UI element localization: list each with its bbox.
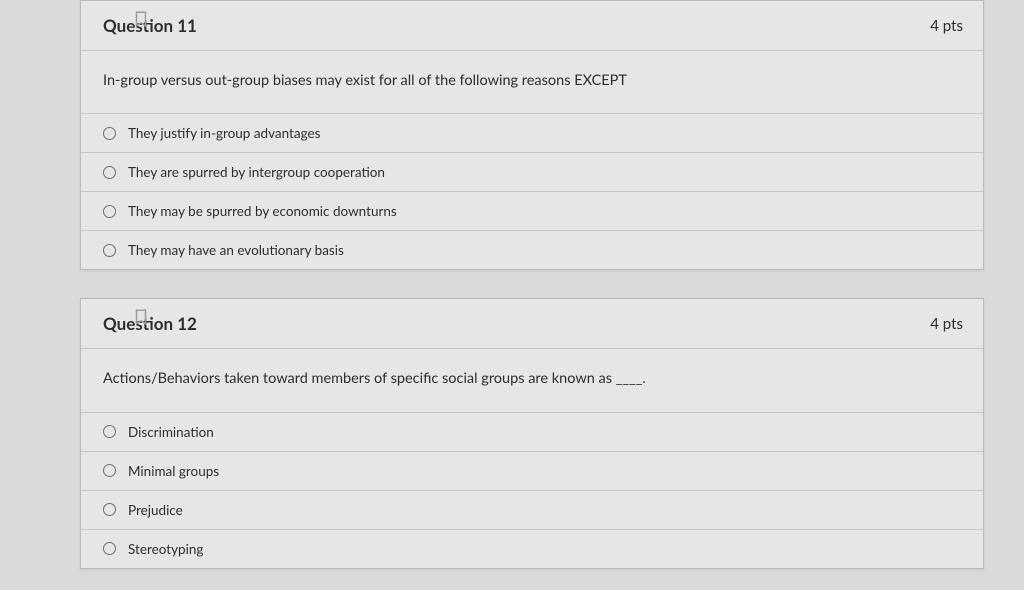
question-card-12: Question 12 4 pts Actions/Behaviors take… xyxy=(80,298,984,568)
answer-option[interactable]: Stereotyping xyxy=(81,529,983,568)
answer-label: Stereotyping xyxy=(128,541,203,557)
answer-option[interactable]: They justify in-group advantages xyxy=(81,113,983,152)
answer-option[interactable]: They may be spurred by economic downturn… xyxy=(81,191,983,230)
answers-list: Discrimination Minimal groups Prejudice … xyxy=(81,412,983,568)
radio-icon[interactable] xyxy=(103,127,116,140)
answer-label: Prejudice xyxy=(128,502,183,518)
radio-icon[interactable] xyxy=(103,244,116,257)
question-header: Question 11 4 pts xyxy=(81,1,983,51)
answer-option[interactable]: Discrimination xyxy=(81,412,983,451)
bookmark-icon[interactable] xyxy=(132,10,150,28)
question-card-11: Question 11 4 pts In-group versus out-gr… xyxy=(80,0,984,270)
answer-label: Discrimination xyxy=(128,424,214,440)
answer-label: They are spurred by intergroup cooperati… xyxy=(128,164,385,180)
question-prompt: Actions/Behaviors taken toward members o… xyxy=(81,349,983,411)
answer-option[interactable]: Prejudice xyxy=(81,490,983,529)
radio-icon[interactable] xyxy=(103,503,116,516)
question-header: Question 12 4 pts xyxy=(81,299,983,349)
answer-option[interactable]: They may have an evolutionary basis xyxy=(81,230,983,269)
question-points: 4 pts xyxy=(930,17,963,35)
radio-icon[interactable] xyxy=(103,542,116,555)
radio-icon[interactable] xyxy=(103,464,116,477)
radio-icon[interactable] xyxy=(103,425,116,438)
radio-icon[interactable] xyxy=(103,205,116,218)
answer-option[interactable]: They are spurred by intergroup cooperati… xyxy=(81,152,983,191)
answer-label: They may be spurred by economic downturn… xyxy=(128,203,397,219)
answer-option[interactable]: Minimal groups xyxy=(81,451,983,490)
question-points: 4 pts xyxy=(930,315,963,333)
answer-label: Minimal groups xyxy=(128,463,219,479)
bookmark-icon[interactable] xyxy=(132,308,150,326)
answer-label: They may have an evolutionary basis xyxy=(128,242,344,258)
radio-icon[interactable] xyxy=(103,166,116,179)
answers-list: They justify in-group advantages They ar… xyxy=(81,113,983,269)
question-prompt: In-group versus out-group biases may exi… xyxy=(81,51,983,113)
answer-label: They justify in-group advantages xyxy=(128,125,321,141)
